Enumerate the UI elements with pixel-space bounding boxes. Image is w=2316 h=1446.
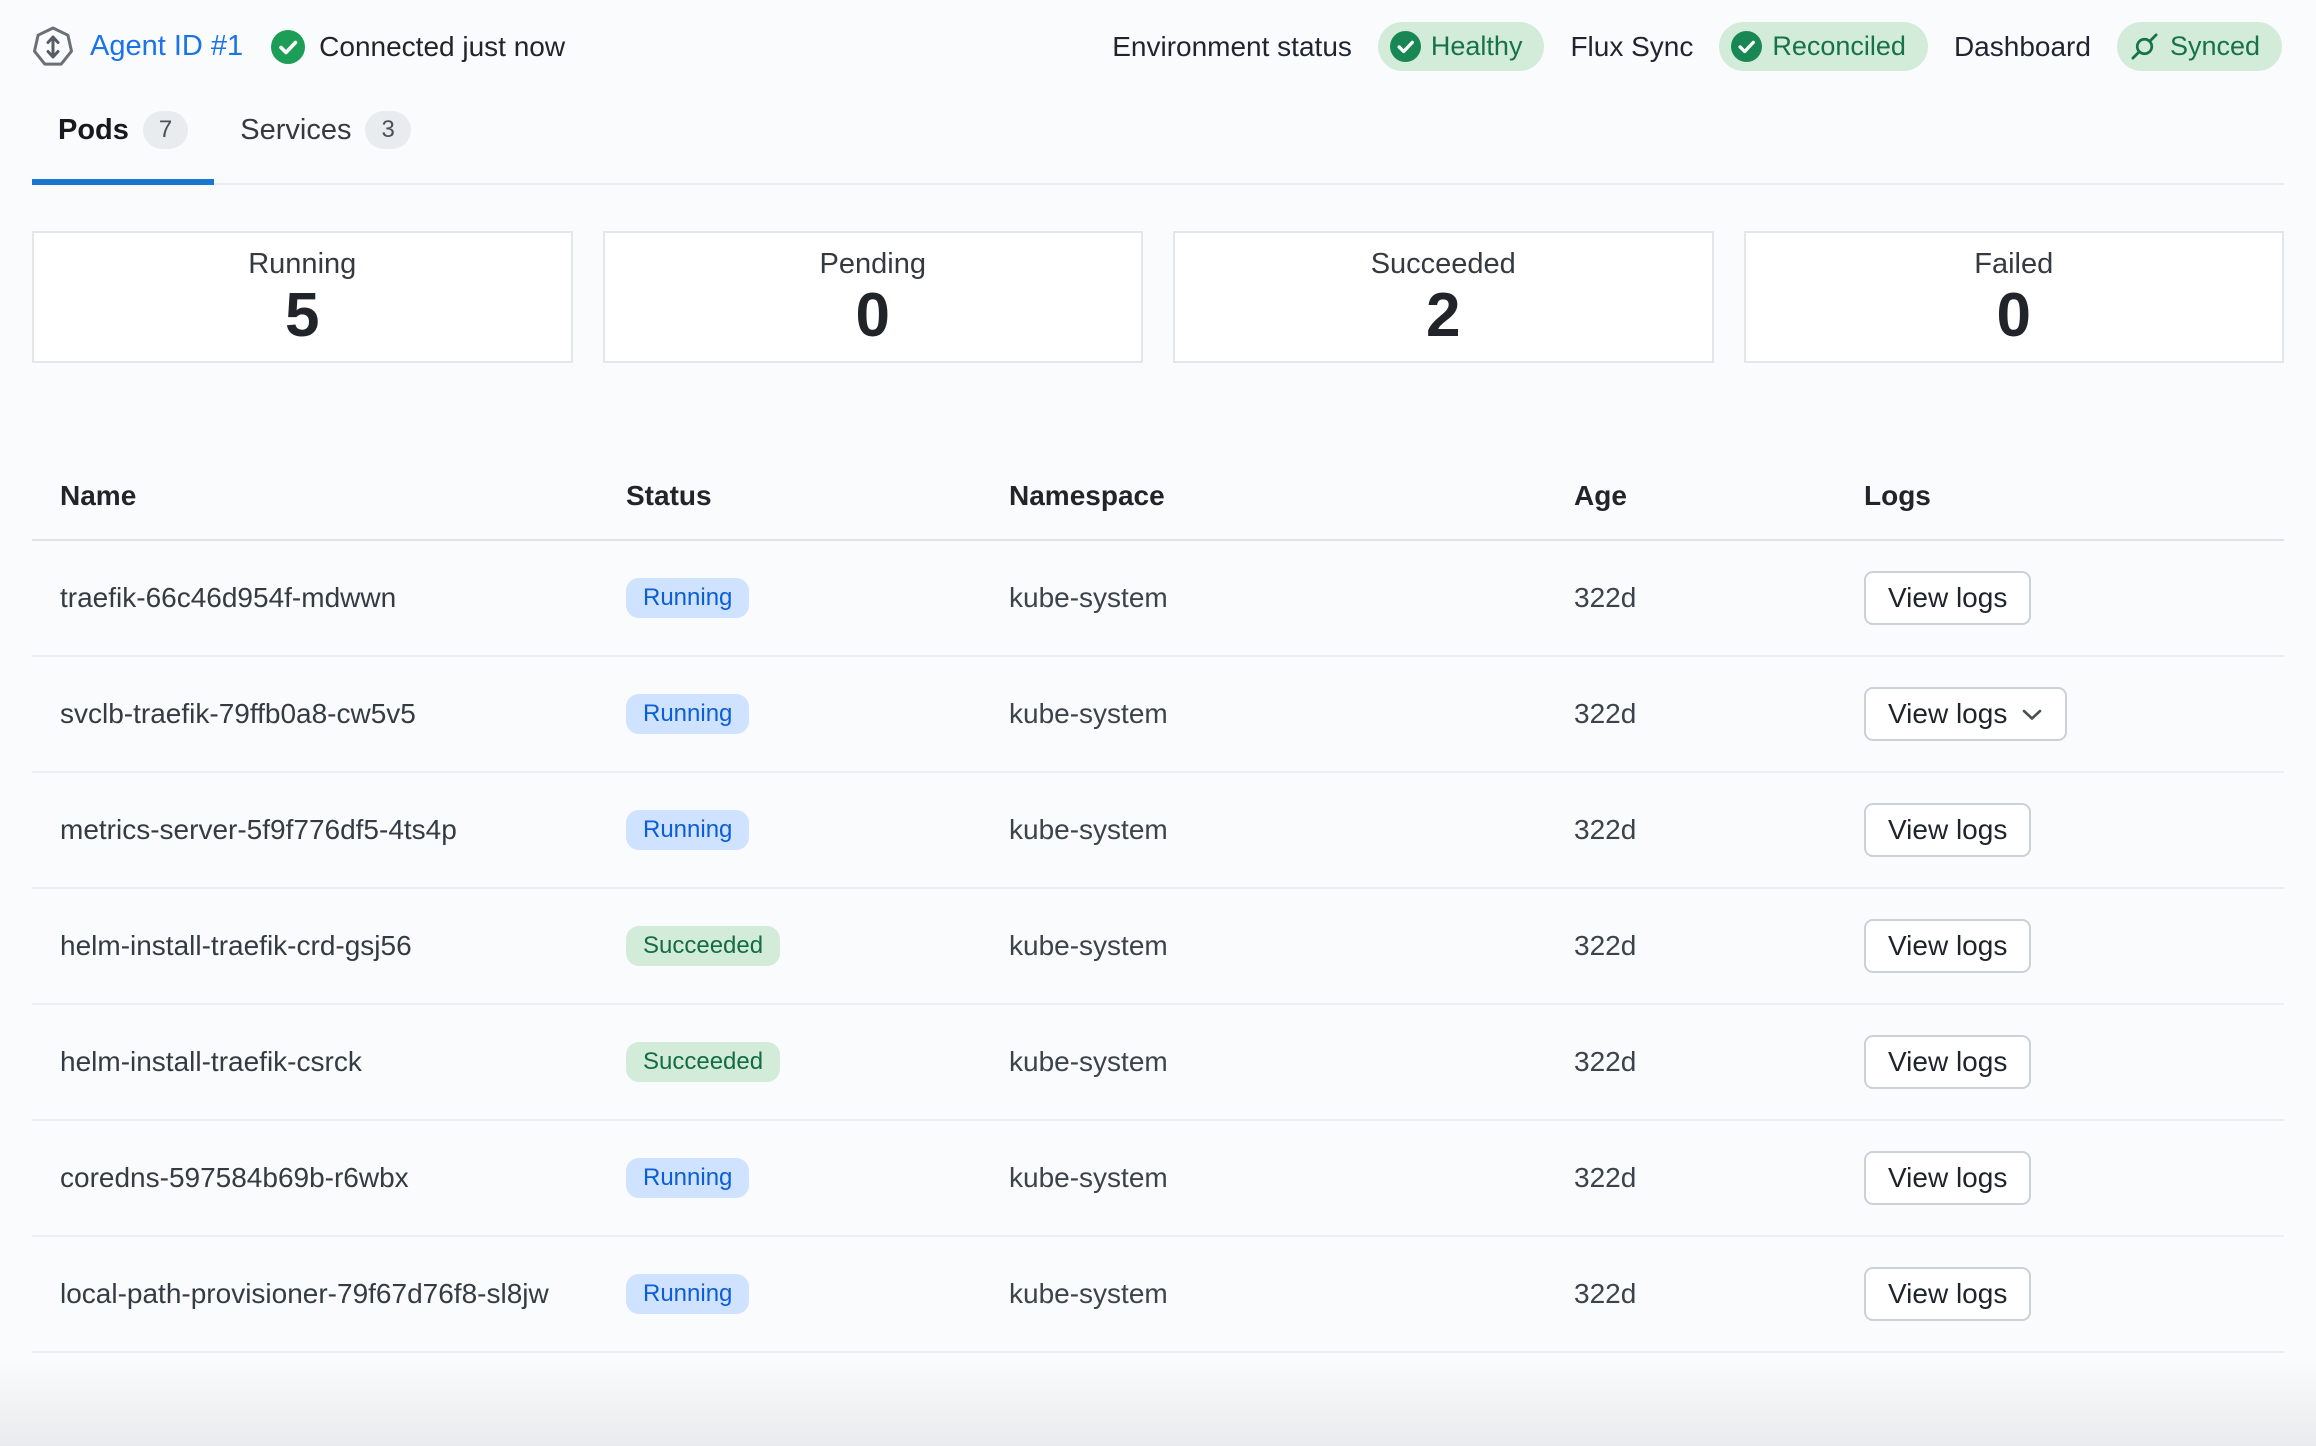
view-logs-label: View logs [1888, 1278, 2007, 1310]
table-row: helm-install-traefik-crd-gsj56 Succeeded… [32, 889, 2284, 1005]
pod-name: helm-install-traefik-csrck [32, 1046, 626, 1078]
connected-check-icon [271, 30, 305, 64]
reconciled-badge: Reconciled [1719, 22, 1928, 71]
tab-count-badge: 7 [143, 111, 188, 149]
view-logs-button[interactable]: View logs [1864, 1035, 2031, 1089]
bottom-shadow [0, 1360, 2316, 1446]
view-logs-label: View logs [1888, 814, 2007, 846]
namespace: kube-system [1009, 1162, 1574, 1194]
namespace: kube-system [1009, 698, 1574, 730]
dashboard-label: Dashboard [1954, 31, 2091, 63]
view-logs-label: View logs [1888, 698, 2007, 730]
summary-card-value: 0 [1997, 285, 2031, 347]
age: 322d [1574, 930, 1864, 962]
environment-badges-group: Environment status Healthy Flux Sync [1112, 22, 2282, 71]
tab-label: Services [240, 114, 351, 147]
chevron-down-icon [2021, 708, 2043, 721]
table-body: traefik-66c46d954f-mdwwn Running kube-sy… [32, 541, 2284, 1353]
summary-card-label: Failed [1974, 248, 2053, 281]
pod-name: local-path-provisioner-79f67d76f8-sl8jw [32, 1278, 626, 1310]
summary-card-value: 0 [856, 285, 890, 347]
namespace: kube-system [1009, 814, 1574, 846]
view-logs-button[interactable]: View logs [1864, 803, 2031, 857]
tab-label: Pods [58, 114, 129, 147]
status-badge: Succeeded [626, 1042, 780, 1082]
table-row: local-path-provisioner-79f67d76f8-sl8jw … [32, 1237, 2284, 1353]
status-badge: Succeeded [626, 926, 780, 966]
table-row: helm-install-traefik-csrck Succeeded kub… [32, 1005, 2284, 1121]
tab-count-badge: 3 [365, 111, 410, 149]
status-badge: Running [626, 578, 749, 618]
summary-card-label: Pending [820, 248, 926, 281]
age: 322d [1574, 1046, 1864, 1078]
age: 322d [1574, 1278, 1864, 1310]
view-logs-button[interactable]: View logs [1864, 919, 2031, 973]
reconciled-badge-label: Reconciled [1772, 31, 1906, 62]
table-row: traefik-66c46d954f-mdwwn Running kube-sy… [32, 541, 2284, 657]
summary-card-value: 5 [285, 285, 319, 347]
dashboard-page: Agent ID #1 Connected just now Environme… [0, 0, 2316, 1446]
pod-name: svclb-traefik-79ffb0a8-cw5v5 [32, 698, 626, 730]
tab-pods[interactable]: Pods 7 [32, 97, 214, 185]
namespace: kube-system [1009, 582, 1574, 614]
synced-badge-label: Synced [2170, 31, 2260, 62]
summary-card-running: Running 5 [32, 231, 573, 363]
summary-card-label: Succeeded [1371, 248, 1516, 281]
view-logs-button[interactable]: View logs [1864, 1151, 2031, 1205]
summary-card-label: Running [248, 248, 356, 281]
namespace: kube-system [1009, 930, 1574, 962]
summary-card-pending: Pending 0 [603, 231, 1144, 363]
view-logs-button[interactable]: View logs [1864, 687, 2067, 741]
age: 322d [1574, 814, 1864, 846]
column-header-logs: Logs [1864, 480, 2284, 512]
pods-table: Name Status Namespace Age Logs traefik-6… [32, 453, 2284, 1353]
view-logs-label: View logs [1888, 1046, 2007, 1078]
top-bar: Agent ID #1 Connected just now Environme… [0, 0, 2316, 71]
agent-id-link[interactable]: Agent ID #1 [90, 30, 243, 63]
commit-sync-icon [2129, 31, 2160, 62]
table-row: svclb-traefik-79ffb0a8-cw5v5 Running kub… [32, 657, 2284, 773]
column-header-age: Age [1574, 480, 1864, 512]
column-header-namespace: Namespace [1009, 480, 1574, 512]
pod-name: helm-install-traefik-crd-gsj56 [32, 930, 626, 962]
view-logs-label: View logs [1888, 930, 2007, 962]
table-row: coredns-597584b69b-r6wbx Running kube-sy… [32, 1121, 2284, 1237]
check-icon [1390, 31, 1421, 62]
agent-status-group: Agent ID #1 Connected just now [30, 24, 565, 70]
namespace: kube-system [1009, 1278, 1574, 1310]
pod-name: metrics-server-5f9f776df5-4ts4p [32, 814, 626, 846]
column-header-status: Status [626, 480, 1009, 512]
summary-card-succeeded: Succeeded 2 [1173, 231, 1714, 363]
status-badge: Running [626, 810, 749, 850]
flux-sync-label: Flux Sync [1570, 31, 1693, 63]
pod-name: traefik-66c46d954f-mdwwn [32, 582, 626, 614]
table-row: metrics-server-5f9f776df5-4ts4p Running … [32, 773, 2284, 889]
summary-card-value: 2 [1426, 285, 1460, 347]
namespace: kube-system [1009, 1046, 1574, 1078]
age: 322d [1574, 582, 1864, 614]
agent-shield-icon [30, 24, 76, 70]
status-badge: Running [626, 1158, 749, 1198]
synced-badge: Synced [2117, 22, 2282, 71]
view-logs-button[interactable]: View logs [1864, 1267, 2031, 1321]
age: 322d [1574, 698, 1864, 730]
status-badge: Running [626, 694, 749, 734]
environment-status-label: Environment status [1112, 31, 1352, 63]
column-header-name: Name [32, 480, 626, 512]
table-header-row: Name Status Namespace Age Logs [32, 453, 2284, 541]
pod-name: coredns-597584b69b-r6wbx [32, 1162, 626, 1194]
tab-bar: Pods 7 Services 3 [32, 97, 2284, 185]
connection-status-text: Connected just now [319, 31, 565, 63]
age: 322d [1574, 1162, 1864, 1194]
summary-card-failed: Failed 0 [1744, 231, 2285, 363]
view-logs-label: View logs [1888, 1162, 2007, 1194]
status-badge: Running [626, 1274, 749, 1314]
view-logs-button[interactable]: View logs [1864, 571, 2031, 625]
summary-cards: Running 5 Pending 0 Succeeded 2 Failed 0 [32, 231, 2284, 363]
healthy-badge: Healthy [1378, 22, 1545, 71]
view-logs-label: View logs [1888, 582, 2007, 614]
healthy-badge-label: Healthy [1431, 31, 1523, 62]
check-icon [1731, 31, 1762, 62]
tab-services[interactable]: Services 3 [214, 97, 437, 185]
